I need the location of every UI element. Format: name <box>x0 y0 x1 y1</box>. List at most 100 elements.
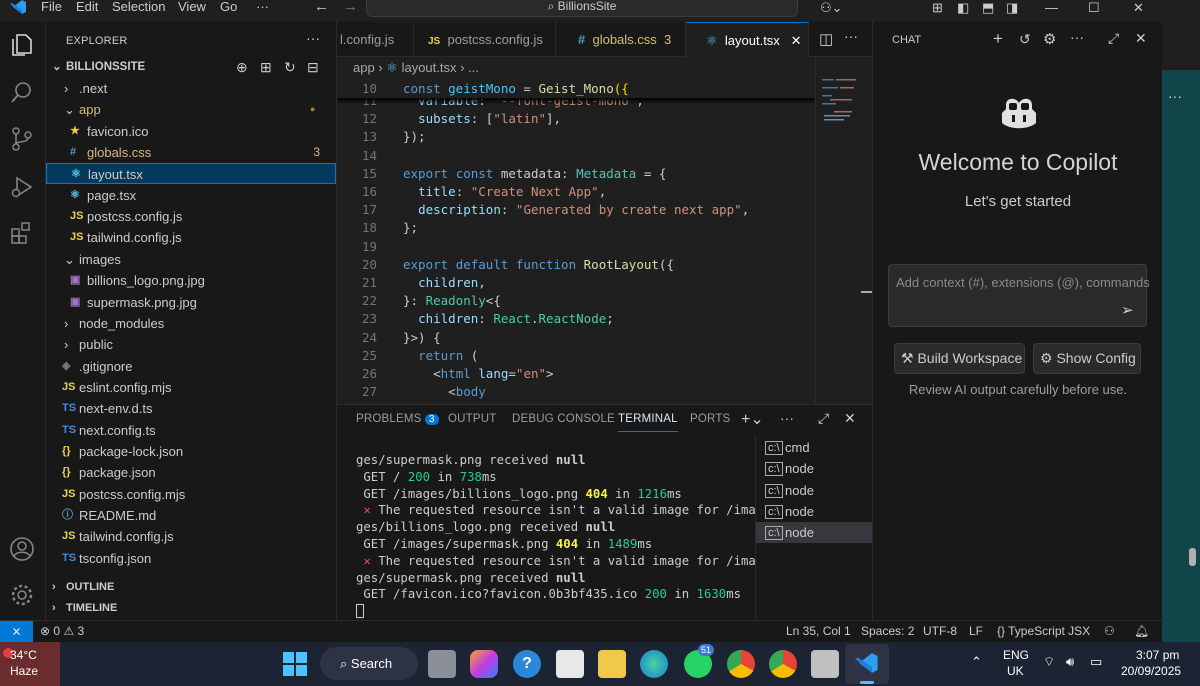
tree-file[interactable]: JS postcss.config.mjs <box>46 484 336 505</box>
tab-problems[interactable]: PROBLEMS 3 <box>356 413 439 425</box>
task-view-icon[interactable] <box>428 650 456 678</box>
tab-layout-tsx[interactable]: ⚛ layout.tsx ✕ <box>686 22 809 57</box>
tree-file[interactable]: TS tsconfig.json <box>46 548 336 569</box>
language-mode[interactable]: {} TypeScript JSX <box>997 621 1090 642</box>
microsoft-store-icon[interactable] <box>556 650 584 678</box>
settings-gear-icon[interactable] <box>9 582 37 610</box>
tree-file[interactable]: ▣ billions_logo.png.jpg <box>46 270 336 291</box>
new-folder-icon[interactable]: ⊞ <box>260 57 272 78</box>
menu-file[interactable]: File <box>41 0 62 14</box>
tree-file[interactable]: JS postcss.config.js <box>46 206 336 227</box>
tree-folder[interactable]: › public <box>46 334 336 355</box>
history-icon[interactable]: ↺ <box>1019 31 1031 48</box>
minimize-icon[interactable]: — <box>1045 0 1058 15</box>
back-arrow-icon[interactable]: ← <box>314 0 329 15</box>
menu-go[interactable]: Go <box>220 0 237 14</box>
language-code[interactable]: ENG <box>1003 648 1029 662</box>
help-icon[interactable]: ? <box>513 650 541 678</box>
tab-debug-console[interactable]: DEBUG CONSOLE <box>512 413 615 425</box>
more-actions-icon[interactable]: ··· <box>306 30 320 46</box>
tree-file[interactable]: ◈ .gitignore <box>46 356 336 377</box>
tree-file[interactable]: ★ favicon.ico <box>46 121 336 142</box>
maximize-icon[interactable]: ☐ <box>1088 0 1100 16</box>
customize-layout-icon[interactable]: ⊞ <box>932 0 943 16</box>
wifi-icon[interactable]: ⌔ <box>1043 654 1055 670</box>
terminal-instance[interactable]: c:\ node <box>756 522 873 544</box>
tab-output[interactable]: OUTPUT <box>448 413 496 425</box>
tree-folder[interactable]: ⌄ app ● <box>46 99 336 120</box>
account-icon[interactable] <box>9 536 37 564</box>
menu-selection[interactable]: Selection <box>112 0 165 14</box>
tree-folder[interactable]: ⌄ images <box>46 249 336 270</box>
close-window-icon[interactable]: ✕ <box>1133 0 1144 16</box>
scrollbar-thumb[interactable] <box>1189 548 1196 566</box>
tab-terminal[interactable]: TERMINAL <box>618 413 678 432</box>
chrome-profile-icon[interactable] <box>727 650 755 678</box>
breadcrumb-folder[interactable]: app <box>353 60 375 75</box>
weather-widget[interactable]: 34°C Haze <box>0 642 60 686</box>
timeline-section[interactable]: › TIMELINE <box>46 598 336 619</box>
forward-arrow-icon[interactable]: → <box>343 0 358 15</box>
code-editor[interactable]: 11 variable: "--font-geist-mono", 12 subs… <box>337 79 815 404</box>
whatsapp-icon[interactable]: 51 <box>684 644 715 678</box>
new-file-icon[interactable]: ⊕ <box>236 57 248 78</box>
show-config-button[interactable]: ⚙ Show Config <box>1033 343 1141 374</box>
notifications-bell-icon[interactable]: 🔔︎ <box>1134 621 1149 642</box>
chrome-icon[interactable] <box>769 650 797 678</box>
indentation[interactable]: Spaces: 2 <box>861 621 914 642</box>
menu-more[interactable]: ··· <box>256 0 269 14</box>
file-explorer-icon[interactable] <box>598 650 626 678</box>
encoding[interactable]: UTF-8 <box>923 621 957 642</box>
line-ending[interactable]: LF <box>969 621 983 642</box>
sticky-scroll[interactable]: 10 const geistMono = Geist_Mono({ <box>337 79 815 98</box>
extensions-icon[interactable] <box>9 220 37 248</box>
breadcrumb-more[interactable]: › ... <box>460 60 479 75</box>
tree-file[interactable]: ⚛ page.tsx <box>46 185 336 206</box>
tree-file[interactable]: JS tailwind.config.js <box>46 526 336 547</box>
maximize-chat-icon[interactable]: ⤢ <box>1108 30 1119 47</box>
collapse-all-icon[interactable]: ⊟ <box>307 57 319 78</box>
terminal-instance[interactable]: c:\ node <box>756 501 873 522</box>
build-workspace-button[interactable]: ⚒ Build Workspace <box>894 343 1025 374</box>
terminal-instance[interactable]: c:\ node <box>756 480 873 501</box>
copilot-app-icon[interactable] <box>470 650 498 678</box>
maximize-panel-icon[interactable]: ⤢ <box>818 410 829 427</box>
tree-file[interactable]: {} package.json <box>46 462 336 483</box>
menu-edit[interactable]: Edit <box>76 0 98 14</box>
menu-view[interactable]: View <box>178 0 206 14</box>
windows-start-icon[interactable] <box>283 652 307 676</box>
tree-file[interactable]: JS eslint.config.mjs <box>46 377 336 398</box>
clock-time[interactable]: 3:07 pm <box>1136 648 1179 662</box>
split-editor-icon[interactable]: ◫ <box>819 30 833 48</box>
new-terminal-icon[interactable]: +⌄ <box>741 409 764 429</box>
tree-file[interactable]: {} package-lock.json <box>46 441 336 462</box>
remote-icon[interactable]: ⨯ <box>0 621 33 642</box>
cursor-position[interactable]: Ln 35, Col 1 <box>786 621 851 642</box>
tree-file[interactable]: ⓘ README.md <box>46 505 336 526</box>
tree-file[interactable]: ⚛ layout.tsx <box>46 163 336 185</box>
chat-settings-icon[interactable]: ⚙ <box>1043 30 1056 48</box>
breadcrumb-file[interactable]: layout.tsx <box>402 60 457 75</box>
copilot-icon[interactable]: ⚇⌄ <box>820 0 843 16</box>
toggle-sidebar-icon[interactable]: ◧ <box>957 0 969 16</box>
search-view-icon[interactable] <box>9 80 37 108</box>
send-icon[interactable]: ➢ <box>1121 301 1134 319</box>
source-control-icon[interactable] <box>9 126 37 154</box>
tab-globals-css[interactable]: # globals.css 3 <box>556 22 686 57</box>
edge-browser-icon[interactable] <box>640 650 668 678</box>
battery-icon[interactable]: ▭ <box>1090 654 1102 670</box>
chat-more-icon[interactable]: ··· <box>1070 29 1084 45</box>
taskbar-search[interactable]: ⌕ Search <box>320 647 418 680</box>
close-tab-icon[interactable]: ✕ <box>791 33 802 48</box>
toggle-secondary-sidebar-icon[interactable]: ◨ <box>1006 0 1018 16</box>
tree-file[interactable]: # globals.css 3 <box>46 142 336 163</box>
tree-file[interactable]: TS next-env.d.ts <box>46 398 336 419</box>
panel-more-icon[interactable]: ··· <box>780 410 794 426</box>
tab-tailwind-config[interactable]: l.config.js <box>337 22 414 57</box>
tree-file[interactable]: ▣ supermask.png.jpg <box>46 292 336 313</box>
volume-icon[interactable]: 🔊︎ <box>1066 654 1074 670</box>
command-center-search[interactable]: ⌕ BillionsSite <box>366 0 798 17</box>
tree-folder[interactable]: › node_modules <box>46 313 336 334</box>
chat-input[interactable]: Add context (#), extensions (@), command… <box>888 264 1150 327</box>
new-chat-icon[interactable]: + <box>993 29 1003 49</box>
